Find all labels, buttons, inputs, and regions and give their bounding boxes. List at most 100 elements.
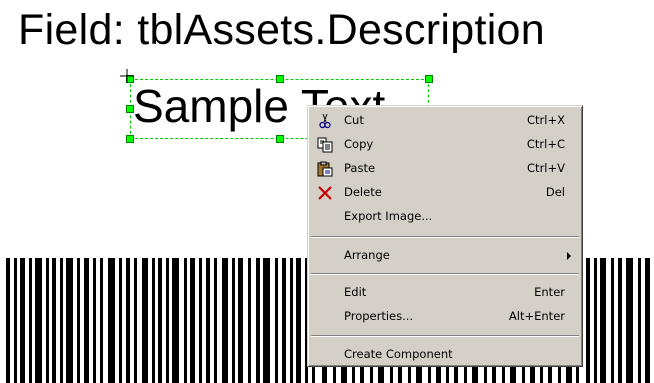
barcode-bar <box>446 366 449 383</box>
context-menu: Cut Ctrl+X Copy Ctrl+C Paste Ctrl+V Dele… <box>307 105 583 367</box>
barcode-bar <box>502 366 505 383</box>
barcode-bar <box>6 258 10 383</box>
barcode-bar <box>14 258 17 383</box>
menu-item-label: Properties... <box>344 309 414 323</box>
barcode-bar <box>484 366 487 383</box>
barcode-bar <box>199 258 202 383</box>
barcode-bar <box>510 366 516 383</box>
barcode-bar <box>134 258 137 383</box>
menu-item-create-component[interactable]: Create Component <box>311 344 579 365</box>
barcode-bar <box>341 366 347 383</box>
barcode-bar <box>586 258 590 383</box>
barcode-bar <box>390 366 393 383</box>
menu-item-shortcut: Enter <box>534 285 565 299</box>
barcode-bar <box>100 258 103 383</box>
menu-item-label: Copy <box>344 137 374 151</box>
anchor-cross-icon <box>120 69 134 83</box>
resize-handle-middle-left[interactable] <box>126 105 134 113</box>
barcode-bar <box>263 258 270 383</box>
menu-separator <box>311 273 579 275</box>
barcode-bar <box>172 258 179 383</box>
barcode-bar <box>66 258 73 383</box>
barcode-bar <box>360 366 364 383</box>
resize-handle-top-middle[interactable] <box>276 75 284 83</box>
barcode-bar <box>464 366 467 383</box>
submenu-arrow-icon <box>567 252 571 260</box>
delete-x-icon <box>318 186 332 200</box>
copy-icon <box>317 137 333 153</box>
field-title-text[interactable]: Field: tblAssets.Description <box>18 2 545 58</box>
barcode-bar <box>108 258 115 383</box>
barcode-bar <box>626 258 633 383</box>
barcode-bar <box>576 366 579 383</box>
barcode-bar <box>275 258 278 383</box>
barcode-bar <box>645 258 650 383</box>
resize-handle-bottom-left[interactable] <box>126 135 134 143</box>
barcode-bar <box>638 258 641 383</box>
barcode-bar <box>594 258 597 383</box>
barcode-bar <box>416 366 422 383</box>
barcode-bar <box>558 366 561 383</box>
menu-item-label: Arrange <box>344 248 390 262</box>
menu-item-export-image[interactable]: Export Image... <box>311 206 579 227</box>
paste-icon <box>317 161 333 177</box>
resize-handle-top-right[interactable] <box>425 75 433 83</box>
menu-item-label: Delete <box>344 185 382 199</box>
menu-item-paste[interactable]: Paste Ctrl+V <box>311 158 579 179</box>
barcode-bar <box>290 258 293 383</box>
menu-item-delete[interactable]: Delete Del <box>311 182 579 203</box>
barcode-bar <box>408 366 411 383</box>
barcode-bar <box>322 366 327 383</box>
barcode-bar <box>454 366 458 383</box>
resize-handle-bottom-middle[interactable] <box>276 135 284 143</box>
barcode-bar <box>492 366 496 383</box>
barcode-bar <box>282 258 286 383</box>
scissors-icon <box>319 113 331 129</box>
menu-item-edit[interactable]: Edit Enter <box>311 282 579 303</box>
barcode-bar <box>93 258 96 383</box>
barcode-bar <box>398 366 402 383</box>
menu-item-shortcut: Alt+Enter <box>508 309 565 323</box>
barcode-bar <box>222 258 228 383</box>
barcode-bar <box>119 258 122 383</box>
barcode-bar <box>312 366 315 383</box>
barcode-bar <box>20 258 25 383</box>
barcode-bar <box>540 366 543 383</box>
menu-item-properties[interactable]: Properties... Alt+Enter <box>311 306 579 327</box>
menu-item-label: Cut <box>344 113 364 127</box>
barcode-bar <box>46 258 49 383</box>
barcode-bar <box>52 258 56 383</box>
barcode-bar <box>184 258 187 383</box>
barcode-bar <box>84 258 89 383</box>
menu-item-label: Create Component <box>344 347 453 361</box>
barcode-bar <box>142 258 148 383</box>
menu-separator <box>311 236 579 238</box>
barcode-bar <box>248 258 251 383</box>
barcode-bar <box>206 258 210 383</box>
barcode-bar <box>77 258 80 383</box>
barcode-bar <box>238 258 243 383</box>
barcode-bar <box>370 366 373 383</box>
barcode-bar <box>352 366 355 383</box>
barcode-bar <box>618 258 622 383</box>
barcode-bar <box>472 366 478 383</box>
barcode-bar <box>611 258 614 383</box>
menu-item-arrange[interactable]: Arrange <box>311 245 579 266</box>
barcode-bar <box>126 258 130 383</box>
barcode-bar <box>548 366 552 383</box>
menu-item-label: Edit <box>344 285 367 299</box>
barcode-bar <box>600 258 606 383</box>
barcode-bar <box>190 258 195 383</box>
barcode-bar <box>296 258 301 383</box>
menu-item-shortcut: Ctrl+V <box>527 161 565 175</box>
barcode-bar <box>566 366 572 383</box>
menu-item-cut[interactable]: Cut Ctrl+X <box>311 110 579 131</box>
barcode-bar <box>60 258 63 383</box>
barcode-bar <box>428 366 431 383</box>
barcode-bar <box>29 258 32 383</box>
menu-item-shortcut: Del <box>545 185 565 199</box>
barcode-bar <box>232 258 235 383</box>
menu-item-shortcut: Ctrl+C <box>526 137 565 151</box>
menu-item-copy[interactable]: Copy Ctrl+C <box>311 134 579 155</box>
menu-item-label: Paste <box>344 161 376 175</box>
